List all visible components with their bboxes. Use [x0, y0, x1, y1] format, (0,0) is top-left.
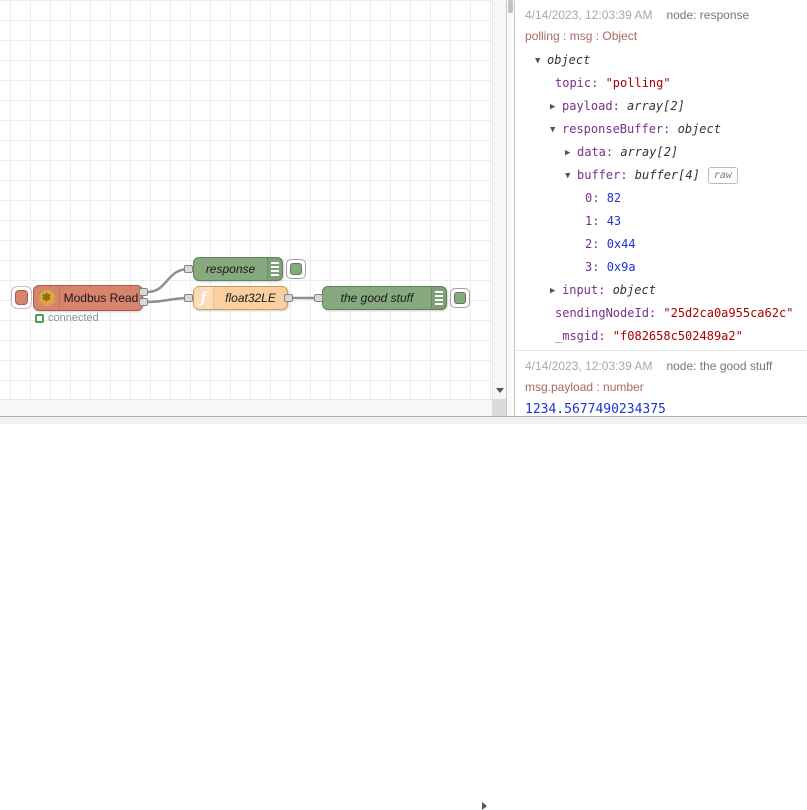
tree-value: 0x44	[606, 237, 636, 251]
tree-value: 0x9a	[606, 260, 636, 274]
tree-key: 0:	[585, 191, 607, 205]
debug-tree-row: ▼ responseBuffer: object	[525, 118, 807, 141]
debug-timestamp: 4/14/2023, 12:03:39 AM	[525, 359, 653, 373]
tree-key: topic:	[555, 76, 606, 90]
node-label: float32LE	[225, 291, 276, 305]
response-input-port[interactable]	[184, 265, 193, 273]
status-connected-icon	[35, 313, 44, 323]
modbus-icon-area: ✽	[34, 286, 60, 310]
debug-panel-scrollbar-thumb[interactable]	[508, 0, 513, 13]
debug-lines-icon	[267, 258, 282, 280]
tree-key: input:	[562, 283, 613, 297]
tree-value: object	[677, 122, 721, 136]
debug-tree-row: _msgid: "f082658c502489a2"	[525, 325, 807, 348]
tree-key: data:	[577, 145, 621, 159]
wires-layer	[145, 267, 320, 304]
float32-input-port[interactable]	[184, 294, 193, 302]
debug-timestamp: 4/14/2023, 12:03:39 AM	[525, 8, 653, 22]
tree-key: 3:	[585, 260, 607, 274]
debug-panel-scrollbar[interactable]	[506, 0, 515, 416]
node-label: the good stuff	[340, 291, 414, 305]
toggle-enabled-indicator	[454, 292, 466, 304]
debug-message: 4/14/2023, 12:03:39 AM node: response pol…	[515, 0, 807, 348]
debug-tree-row: ▼ buffer: buffer[4] raw	[525, 164, 807, 187]
debug-tree-row: sendingNodeId: "25d2ca0a955ca62c"	[525, 302, 807, 325]
expand-arrow-icon[interactable]: ▶	[550, 96, 562, 119]
debug-message-meta: 4/14/2023, 12:03:39 AM node: response	[525, 8, 807, 22]
debug-object-tree: ▼ object topic: "polling" ▶ payload: array[2…	[525, 49, 807, 348]
function-f-icon: ƒ	[194, 287, 214, 309]
tree-value: buffer[4]	[634, 168, 700, 182]
expand-arrow-icon[interactable]: ▶	[550, 280, 562, 303]
canvas-vertical-scrollbar[interactable]	[492, 0, 506, 399]
scroll-down-arrow-icon[interactable]	[496, 388, 504, 393]
tree-value: object	[612, 283, 656, 297]
node-response[interactable]: response	[193, 257, 283, 281]
toggle-enabled-indicator	[290, 263, 302, 275]
modbus-flower-icon: ✽	[38, 290, 55, 306]
node-label: Modbus Read	[63, 291, 139, 305]
node-float32le[interactable]: ƒ float32LE	[193, 286, 288, 310]
modbus-output-port-1[interactable]	[139, 288, 148, 296]
debug-source-node: node: response	[666, 8, 750, 22]
wire-modbus-to-response[interactable]	[145, 267, 191, 294]
tree-key: buffer:	[577, 168, 635, 182]
node-modbus-read[interactable]: ✽ Modbus Read	[33, 285, 143, 311]
collapse-arrow-icon[interactable]: ▼	[550, 119, 562, 142]
node-the-good-stuff[interactable]: the good stuff	[322, 286, 447, 310]
goodstuff-debug-toggle-button[interactable]	[450, 288, 470, 308]
debug-number-value: 1234.5677490234375	[525, 402, 666, 416]
modbus-inject-button-frame	[11, 286, 32, 309]
debug-tree-row: 2: 0x44	[525, 233, 807, 256]
debug-source-node: node: the good stuff	[666, 359, 773, 373]
debug-message-path: polling : msg : Object	[525, 29, 638, 43]
tree-value: 82	[606, 191, 622, 205]
tree-key: responseBuffer:	[562, 122, 678, 136]
collapse-arrow-icon[interactable]: ▼	[565, 165, 577, 188]
debug-message: 4/14/2023, 12:03:39 AM node: the good stu…	[515, 351, 807, 416]
debug-tree-row: ▶ payload: array[2]	[525, 95, 807, 118]
debug-message-path: msg.payload : number	[525, 380, 644, 394]
tree-key: 1:	[585, 214, 607, 228]
debug-message-meta: 4/14/2023, 12:03:39 AM node: the good stu…	[525, 359, 807, 373]
status-label: connected	[48, 312, 99, 324]
scroll-right-arrow-icon[interactable]	[482, 802, 487, 810]
debug-tree-row: 1: 43	[525, 210, 807, 233]
tree-value: array[2]	[620, 145, 679, 159]
debug-tree-row: 0: 82	[525, 187, 807, 210]
tree-value: object	[547, 53, 591, 67]
modbus-status: connected	[35, 312, 99, 324]
tree-value: "f082658c502489a2"	[612, 329, 743, 343]
debug-tree-row: ▼ object	[525, 49, 807, 72]
modbus-output-port-2[interactable]	[139, 298, 148, 306]
tree-key: _msgid:	[555, 329, 613, 343]
window-bottom-bar	[0, 416, 807, 424]
debug-message-separator	[515, 350, 807, 351]
tree-key: 2:	[585, 237, 607, 251]
tree-value: "25d2ca0a955ca62c"	[663, 306, 794, 320]
modbus-inject-button[interactable]	[15, 290, 28, 305]
float32-output-port[interactable]	[284, 294, 293, 302]
tree-value: array[2]	[627, 99, 685, 113]
canvas-horizontal-scrollbar[interactable]	[0, 399, 492, 810]
collapse-arrow-icon[interactable]: ▼	[535, 50, 547, 73]
raw-button[interactable]: raw	[707, 167, 738, 184]
expand-arrow-icon[interactable]: ▶	[565, 142, 577, 165]
tree-key: payload:	[562, 99, 628, 113]
node-label: response	[205, 262, 256, 276]
goodstuff-input-port[interactable]	[314, 294, 323, 302]
response-debug-toggle-button[interactable]	[286, 259, 306, 279]
tree-key: sendingNodeId:	[555, 306, 664, 320]
tree-value: "polling"	[605, 76, 671, 90]
debug-tree-row: ▶ input: object	[525, 279, 807, 302]
tree-value: 43	[606, 214, 622, 228]
debug-tree-row: topic: "polling"	[525, 72, 807, 95]
debug-lines-icon	[431, 287, 446, 309]
wire-modbus-to-float32[interactable]	[145, 296, 191, 304]
debug-tree-row: 3: 0x9a	[525, 256, 807, 279]
debug-tree-row: ▶ data: array[2]	[525, 141, 807, 164]
debug-sidebar: 4/14/2023, 12:03:39 AM node: response pol…	[515, 0, 807, 416]
flow-canvas[interactable]: ✽ Modbus Read connected response ƒ float…	[0, 0, 492, 399]
